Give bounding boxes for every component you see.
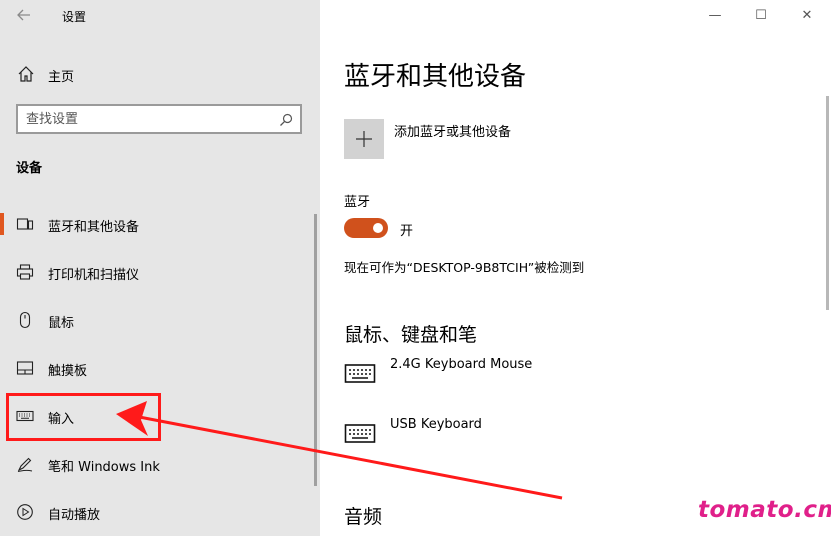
- device-name: USB Keyboard: [390, 417, 482, 432]
- bluetooth-label: 蓝牙: [344, 195, 371, 210]
- annotation-highlight-box: [6, 393, 161, 441]
- sidebar-item-printers[interactable]: 打印机和扫描仪: [0, 254, 320, 290]
- device-name: 2.4G Keyboard Mouse: [390, 357, 533, 372]
- add-device-button[interactable]: [344, 119, 384, 159]
- bluetooth-devices-icon: [16, 218, 34, 230]
- device-item[interactable]: USB Keyboard: [344, 417, 764, 457]
- touchpad-icon: [16, 361, 34, 375]
- device-item[interactable]: 2.4G Keyboard Mouse: [344, 357, 764, 397]
- printer-icon: [16, 264, 34, 280]
- keyboard-icon: [344, 364, 376, 383]
- sidebar-item-touchpad[interactable]: 触摸板: [0, 350, 320, 386]
- keyboard-icon: [344, 424, 376, 443]
- section-title-input-devices: 鼠标、键盘和笔: [344, 324, 478, 346]
- sidebar-item-label: 触摸板: [48, 364, 88, 379]
- section-heading-devices: 设备: [16, 161, 43, 176]
- maximize-button[interactable]: ☐: [744, 4, 778, 28]
- page-title: 蓝牙和其他设备: [344, 62, 527, 92]
- section-title-audio: 音频: [344, 506, 383, 528]
- selected-indicator: [0, 213, 4, 235]
- sidebar-item-label: 主页: [48, 70, 75, 85]
- app-title: 设置: [62, 10, 87, 24]
- pen-icon: [17, 457, 33, 472]
- toggle-state-label: 开: [400, 224, 414, 239]
- search-input[interactable]: [26, 110, 266, 128]
- autoplay-icon: [17, 504, 33, 520]
- sidebar-item-label: 打印机和扫描仪: [48, 268, 140, 283]
- watermark: tomato.cm: [698, 497, 831, 523]
- sidebar-item-pen[interactable]: 笔和 Windows Ink: [0, 446, 320, 482]
- sidebar: 设置 主页 设备 蓝牙和其他设备 打印机和扫描仪: [0, 0, 320, 536]
- back-button[interactable]: [12, 6, 36, 28]
- sidebar-scrollbar[interactable]: [314, 214, 317, 486]
- search-icon[interactable]: [278, 112, 294, 128]
- add-device-label[interactable]: 添加蓝牙或其他设备: [394, 121, 511, 140]
- sidebar-item-bluetooth[interactable]: 蓝牙和其他设备: [0, 206, 320, 242]
- discoverable-text: 现在可作为“DESKTOP-9B8TCIH”被检测到: [344, 260, 585, 275]
- sidebar-item-label: 笔和 Windows Ink: [48, 460, 160, 475]
- sidebar-item-label: 自动播放: [48, 508, 101, 523]
- home-icon: [18, 66, 34, 82]
- close-button[interactable]: ✕: [790, 4, 824, 28]
- main-panel: — ☐ ✕ 蓝牙和其他设备 添加蓝牙或其他设备 蓝牙 开 现在可作为“DESKT…: [320, 0, 831, 536]
- main-scrollbar[interactable]: [826, 96, 829, 310]
- minimize-button[interactable]: —: [698, 4, 732, 28]
- back-arrow-icon: [17, 9, 30, 21]
- bluetooth-toggle[interactable]: [344, 218, 388, 238]
- sidebar-item-mouse[interactable]: 鼠标: [0, 302, 320, 338]
- search-box[interactable]: [16, 104, 302, 134]
- sidebar-item-autoplay[interactable]: 自动播放: [0, 494, 320, 530]
- plus-icon: [356, 131, 372, 147]
- sidebar-item-label: 蓝牙和其他设备: [48, 220, 140, 235]
- mouse-icon: [19, 311, 31, 329]
- sidebar-item-home[interactable]: 主页: [0, 58, 320, 90]
- toggle-knob: [373, 223, 383, 233]
- sidebar-item-label: 鼠标: [48, 316, 75, 331]
